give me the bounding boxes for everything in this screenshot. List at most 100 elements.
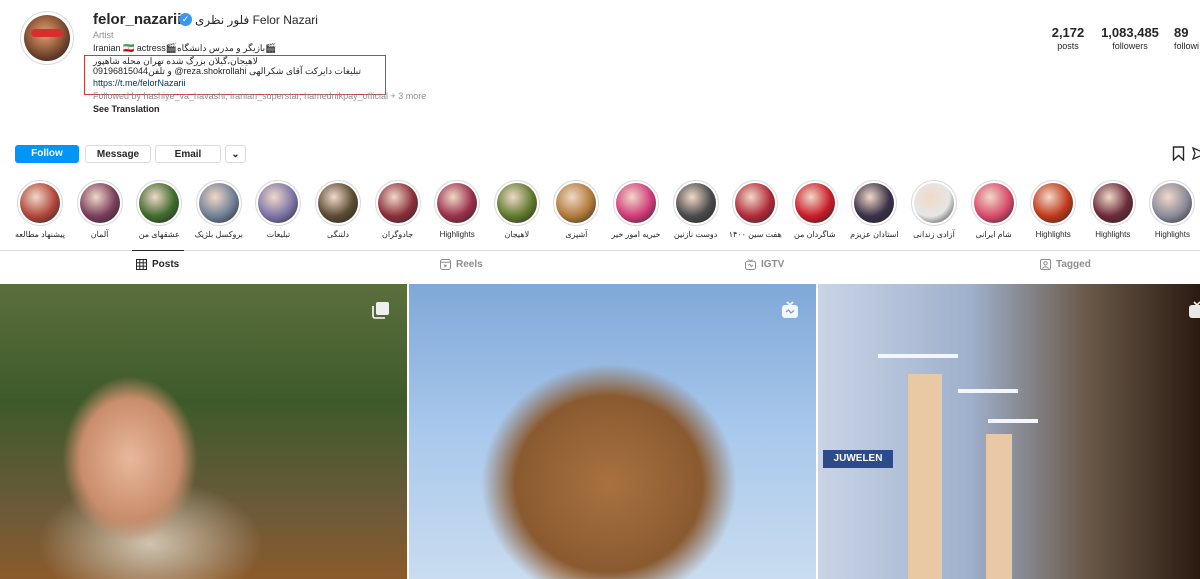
highlight-label: شاگردان من (793, 230, 836, 239)
highlight-item[interactable]: Highlights (1144, 180, 1200, 239)
highlight-label: شام ایرانی (975, 230, 1012, 239)
highlight-label: دلتنگی (327, 230, 349, 239)
highlight-item[interactable]: پیشنهاد مطالعه (12, 180, 68, 239)
store-sign-text: JUWELEN (823, 450, 893, 468)
highlight-label: آلمان (90, 230, 109, 239)
highlight-image (1152, 183, 1193, 223)
highlight-label: تبلیغات (266, 230, 291, 239)
highlight-cover (553, 180, 600, 226)
highlight-label: استادان عزیزم (850, 230, 899, 239)
highlight-item[interactable]: Highlights (1025, 180, 1081, 239)
highlight-item[interactable]: آلمان (72, 180, 128, 239)
tab-tagged[interactable]: Tagged (1040, 259, 1091, 270)
stat-label: followi (1174, 41, 1200, 51)
highlight-item[interactable]: Highlights (429, 180, 485, 239)
active-tab-indicator (132, 250, 184, 251)
chevron-down-icon[interactable]: ⌄ (225, 145, 246, 163)
followed-by-text[interactable]: Followed by hashiye_va_havashi, iranian_… (93, 91, 426, 101)
follow-button[interactable]: Follow (15, 145, 79, 163)
highlight-cover (76, 180, 123, 226)
highlight-image (258, 183, 299, 223)
highlight-image (318, 183, 358, 223)
highlight-cover (434, 180, 481, 226)
reels-icon (440, 259, 451, 270)
highlight-cover (374, 180, 421, 226)
post-thumbnail[interactable]: JUWELEN (818, 284, 1200, 579)
highlight-image (794, 183, 835, 223)
message-button[interactable]: Message (85, 145, 151, 163)
highlight-image (139, 183, 180, 223)
post-thumbnail[interactable] (409, 284, 816, 579)
profile-full-name: فلور نظری Felor Nazari (195, 13, 318, 27)
carousel-icon (372, 302, 389, 319)
highlight-image (675, 183, 716, 223)
highlight-item[interactable]: بروکسل بلژیک (191, 180, 247, 239)
bookmark-icon[interactable] (1172, 146, 1185, 161)
highlight-item[interactable]: آزادی زندانی (906, 180, 962, 239)
highlight-cover (1030, 180, 1077, 226)
highlight-item[interactable]: دلتنگی (310, 180, 366, 239)
highlight-image (1033, 183, 1074, 223)
highlight-item[interactable]: خیریه امور خیر (608, 180, 664, 239)
highlight-label: Highlights (1095, 230, 1131, 239)
email-button[interactable]: Email (155, 145, 221, 163)
highlight-item[interactable]: آشپزی (548, 180, 604, 239)
highlight-item[interactable]: جادوگران (370, 180, 426, 239)
tab-igtv[interactable]: IGTV (745, 259, 784, 270)
highlight-image (914, 183, 954, 223)
highlight-cover (493, 180, 540, 226)
highlight-cover (1149, 180, 1196, 226)
highlight-cover (315, 180, 361, 226)
highlight-image (1092, 183, 1133, 223)
highlight-item[interactable]: لاهیجان (489, 180, 545, 239)
highlight-label: جادوگران (382, 230, 414, 239)
highlight-item[interactable]: شام ایرانی (966, 180, 1022, 239)
stat-following[interactable]: 89 followi (1174, 25, 1200, 51)
highlight-label: عشقهای من (138, 230, 180, 239)
highlight-cover (911, 180, 957, 226)
avatar[interactable] (24, 15, 70, 61)
stat-followers[interactable]: 1,083,485 followers (1096, 25, 1164, 51)
highlight-cover (136, 180, 183, 226)
profile-category: Artist (93, 30, 114, 40)
stat-value: 2,172 (1051, 25, 1085, 40)
post-thumbnail[interactable] (0, 284, 407, 579)
highlight-label: پیشنهاد مطالعه (15, 230, 65, 239)
highlight-image (973, 183, 1014, 223)
highlight-item[interactable]: استادان عزیزم (846, 180, 902, 239)
highlight-image (198, 183, 239, 223)
highlight-cover (1089, 180, 1136, 226)
stat-value: 89 (1174, 25, 1189, 40)
highlight-item[interactable]: عشقهای من (131, 180, 187, 239)
highlight-item[interactable]: هفت سین ۱۴۰۰ (727, 180, 783, 239)
highlight-item[interactable]: شاگردان من (787, 180, 843, 239)
highlight-cover (613, 180, 659, 226)
highlight-image (437, 183, 478, 223)
highlight-image (496, 183, 537, 223)
highlight-cover (851, 180, 898, 226)
highlight-cover (732, 180, 779, 226)
tab-label: Reels (456, 259, 483, 270)
highlight-label: بروکسل بلژیک (194, 230, 243, 239)
share-icon[interactable] (1192, 147, 1200, 160)
tab-posts[interactable]: Posts (136, 259, 179, 270)
tab-label: IGTV (761, 259, 785, 270)
highlight-image (79, 183, 120, 223)
highlight-label: Highlights (439, 230, 475, 239)
tab-label: Tagged (1056, 259, 1091, 270)
igtv-post-icon (782, 301, 798, 318)
tagged-icon (1040, 259, 1051, 270)
highlight-item[interactable]: Highlights (1085, 180, 1141, 239)
grid-icon (136, 259, 147, 270)
highlight-label: آزادی زندانی (913, 230, 955, 239)
highlight-cover (791, 180, 838, 226)
stat-posts: 2,172 posts (1046, 25, 1090, 51)
highlight-label: Highlights (1035, 230, 1071, 239)
highlight-item[interactable]: دوست نازنین (668, 180, 724, 239)
highlight-cover (970, 180, 1017, 226)
highlight-image (556, 183, 597, 223)
highlight-item[interactable]: تبلیغات (250, 180, 306, 239)
highlight-image (377, 183, 418, 223)
tab-reels[interactable]: Reels (440, 259, 483, 270)
see-translation-link[interactable]: See Translation (93, 104, 160, 114)
